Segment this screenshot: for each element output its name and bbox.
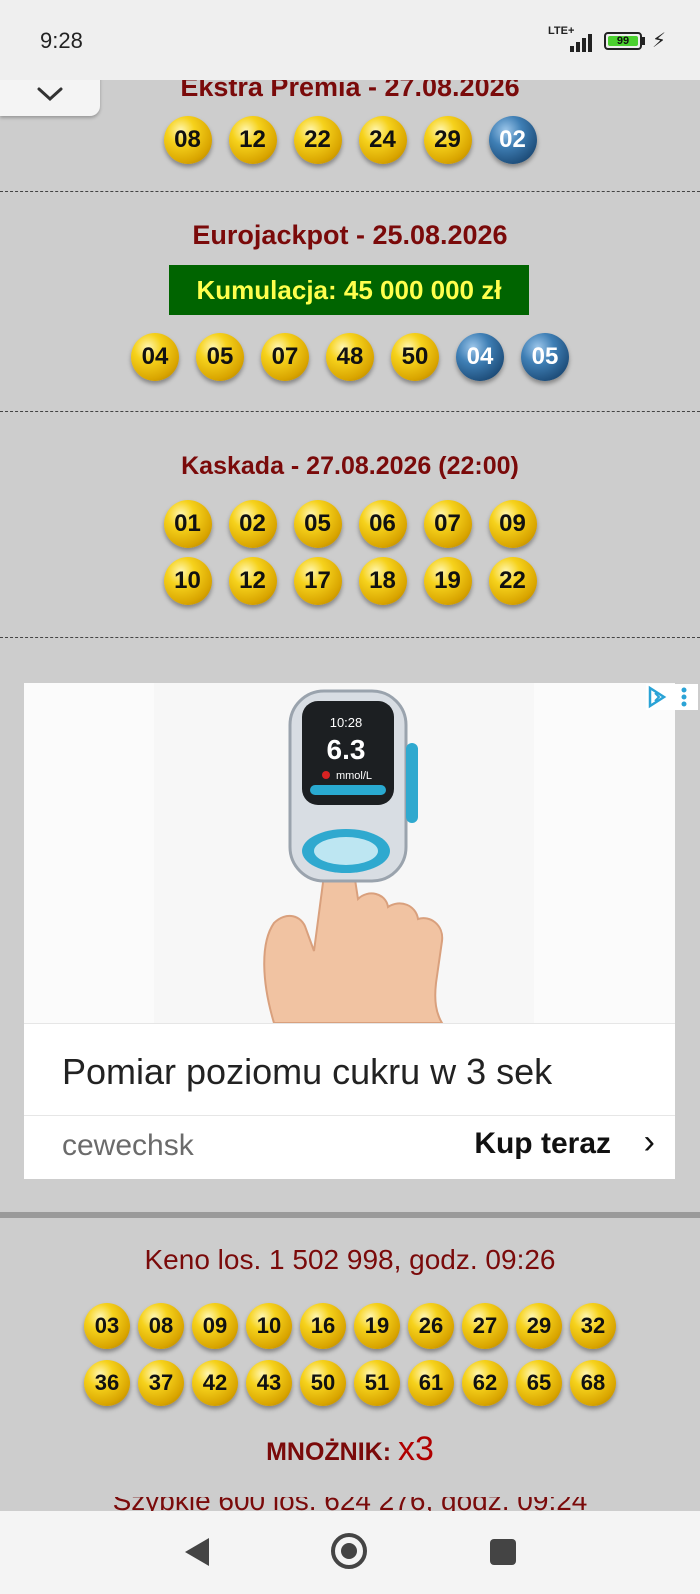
jackpot-banner: Kumulacja: 45 000 000 zł <box>169 265 529 315</box>
number-ball: 42 <box>192 1360 238 1406</box>
keno-multiplier: MNOŻNIK: x3 <box>0 1430 700 1469</box>
multiplier-label: MNOŻNIK: <box>266 1438 392 1466</box>
status-time: 9:28 <box>40 28 83 53</box>
blood-drop-icon <box>322 771 330 779</box>
ekstra-premia-balls: 08 12 22 24 29 02 <box>0 116 700 164</box>
battery-level: 99 <box>608 36 638 47</box>
home-icon[interactable] <box>331 1533 367 1569</box>
number-ball: 16 <box>300 1303 346 1349</box>
ad-divider <box>24 1115 675 1116</box>
multiplier-value: x3 <box>398 1430 434 1468</box>
ad-image[interactable]: 10:28 6.3 mmol/L <box>24 683 675 1024</box>
number-ball: 19 <box>354 1303 400 1349</box>
number-ball: 07 <box>261 333 309 381</box>
ad-badge[interactable] <box>646 684 698 710</box>
number-ball: 62 <box>462 1360 508 1406</box>
ad-choices-icon[interactable] <box>648 685 667 709</box>
number-ball: 01 <box>163 500 212 548</box>
battery-tip <box>642 37 645 45</box>
device-unit: mmol/L <box>336 770 372 782</box>
ad-headline[interactable]: Pomiar poziomu cukru w 3 sek <box>62 1051 552 1093</box>
charging-icon: ⚡ <box>652 30 667 52</box>
number-ball: 29 <box>516 1303 562 1349</box>
keno-balls-row2: 36 37 42 43 50 51 61 62 65 68 <box>0 1360 700 1406</box>
number-ball: 12 <box>228 557 277 605</box>
bonus-ball: 04 <box>456 333 504 381</box>
chevron-right-icon[interactable]: › <box>644 1123 655 1162</box>
number-ball: 68 <box>570 1360 616 1406</box>
kaskada-section: Kaskada - 27.08.2026 (22:00) 01 02 05 06… <box>0 412 700 638</box>
number-ball: 04 <box>131 333 179 381</box>
number-ball: 65 <box>516 1360 562 1406</box>
back-icon[interactable] <box>185 1538 209 1566</box>
kaskada-balls-row2: 10 12 17 18 19 22 <box>0 557 700 605</box>
number-ball: 36 <box>84 1360 130 1406</box>
number-ball: 50 <box>300 1360 346 1406</box>
number-ball: 10 <box>246 1303 292 1349</box>
battery-icon: 99 <box>604 32 642 50</box>
status-bar: 9:28 LTE+ 99 ⚡ <box>0 0 700 80</box>
number-ball: 26 <box>408 1303 454 1349</box>
number-ball: 05 <box>196 333 244 381</box>
advertisement[interactable]: 10:28 6.3 mmol/L Pomiar poziomu cukru w … <box>24 683 675 1179</box>
number-ball: 43 <box>246 1360 292 1406</box>
keno-title: Keno los. 1 502 998, godz. 09:26 <box>144 1244 556 1275</box>
number-ball: 07 <box>423 500 472 548</box>
number-ball: 09 <box>488 500 537 548</box>
device-reading: 6.3 <box>327 734 366 765</box>
bonus-ball: 02 <box>488 116 537 164</box>
number-ball: 24 <box>358 116 407 164</box>
number-ball: 37 <box>138 1360 184 1406</box>
number-ball: 51 <box>354 1360 400 1406</box>
number-ball: 12 <box>228 116 277 164</box>
number-ball: 22 <box>293 116 342 164</box>
number-ball: 50 <box>391 333 439 381</box>
number-ball: 48 <box>326 333 374 381</box>
number-ball: 17 <box>293 557 342 605</box>
number-ball: 27 <box>462 1303 508 1349</box>
eurojackpot-title: Eurojackpot - 25.08.2026 <box>192 220 508 250</box>
eurojackpot-balls: 04 05 07 48 50 04 05 <box>0 333 700 381</box>
number-ball: 10 <box>163 557 212 605</box>
number-ball: 02 <box>228 500 277 548</box>
kaskada-balls-row1: 01 02 05 06 07 09 <box>0 500 700 548</box>
navigation-bar <box>0 1511 700 1594</box>
number-ball: 19 <box>423 557 472 605</box>
number-ball: 09 <box>192 1303 238 1349</box>
ad-advertiser[interactable]: cewechsk <box>62 1129 194 1163</box>
number-ball: 32 <box>570 1303 616 1349</box>
number-ball: 22 <box>488 557 537 605</box>
ad-cta-button[interactable]: Kup teraz <box>474 1127 611 1161</box>
glucometer-image: 10:28 6.3 mmol/L <box>154 683 534 1024</box>
chevron-down-icon[interactable] <box>36 85 64 103</box>
keno-section: Keno los. 1 502 998, godz. 09:26 03 08 0… <box>0 1218 700 1498</box>
number-ball: 18 <box>358 557 407 605</box>
bonus-ball: 05 <box>521 333 569 381</box>
number-ball: 29 <box>423 116 472 164</box>
ekstra-premia-section: Ekstra Premia - 27.08.2026 08 12 22 24 2… <box>0 70 700 192</box>
number-ball: 08 <box>138 1303 184 1349</box>
kaskada-title: Kaskada - 27.08.2026 (22:00) <box>181 452 519 480</box>
number-ball: 61 <box>408 1360 454 1406</box>
number-ball: 08 <box>163 116 212 164</box>
number-ball: 06 <box>358 500 407 548</box>
more-vertical-icon[interactable] <box>681 687 687 707</box>
recent-apps-icon[interactable] <box>490 1539 516 1565</box>
signal-icon <box>570 30 596 52</box>
number-ball: 03 <box>84 1303 130 1349</box>
keno-balls-row1: 03 08 09 10 16 19 26 27 29 32 <box>0 1303 700 1349</box>
number-ball: 05 <box>293 500 342 548</box>
device-time: 10:28 <box>330 715 363 730</box>
